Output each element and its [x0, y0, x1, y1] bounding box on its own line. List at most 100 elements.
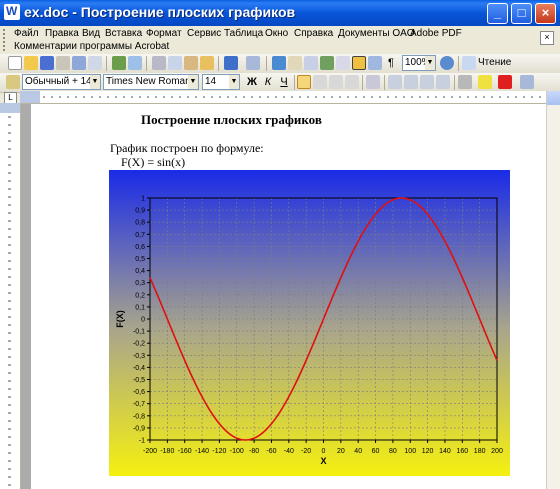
paste-icon[interactable] — [184, 56, 198, 70]
toolbar-separator — [106, 56, 107, 71]
align-right-icon[interactable] — [329, 75, 343, 89]
menu-window[interactable]: Окно — [265, 28, 288, 39]
minimize-button[interactable]: _ — [487, 3, 508, 24]
font-combo[interactable]: Times New Roman ▼ — [103, 74, 199, 90]
vertical-scrollbar[interactable] — [546, 91, 560, 489]
drawing-icon[interactable] — [352, 56, 366, 70]
y-tick-label: 0,5 — [135, 256, 145, 263]
scroll-up-icon[interactable] — [547, 91, 560, 105]
justify-icon[interactable] — [345, 75, 359, 89]
toolbar-separator — [266, 56, 267, 71]
horizontal-ruler[interactable] — [20, 91, 560, 104]
x-tick-label: -160 — [178, 448, 192, 455]
y-tick-label: -1 — [139, 438, 145, 445]
read-button-label[interactable]: Чтение — [478, 57, 511, 68]
show-formatting-icon[interactable]: ¶ — [383, 56, 399, 71]
word-app-icon[interactable] — [4, 4, 20, 20]
x-tick-label: -100 — [230, 448, 244, 455]
styles-pane-icon[interactable] — [6, 75, 20, 89]
menu-adobe-pdf[interactable]: Adobe PDF — [410, 28, 462, 39]
font-size-combo[interactable]: 14 ▼ — [202, 74, 240, 90]
x-tick-label: -80 — [249, 448, 259, 455]
toolbar-options-icon[interactable] — [520, 75, 534, 89]
print-preview-icon[interactable] — [88, 56, 102, 70]
x-tick-label: -200 — [143, 448, 157, 455]
menu-format[interactable]: Формат — [146, 28, 182, 39]
document-page[interactable]: Построение плоских графиков График постр… — [31, 104, 551, 489]
close-doc-icon[interactable]: × — [540, 31, 554, 45]
menu-help[interactable]: Справка — [294, 28, 333, 39]
insert-excel-icon[interactable] — [320, 56, 334, 70]
highlight-icon[interactable] — [478, 75, 492, 89]
zoom-combo[interactable]: 100% ▼ — [402, 55, 436, 71]
x-tick-label: 60 — [372, 448, 380, 455]
copy-icon[interactable] — [168, 56, 182, 70]
numbering-icon[interactable] — [388, 75, 402, 89]
insert-table-icon[interactable] — [304, 56, 318, 70]
open-folder-icon[interactable] — [24, 56, 38, 70]
ruler-ticks — [8, 116, 11, 486]
menu-table[interactable]: Таблица — [224, 28, 263, 39]
close-button[interactable]: × — [535, 3, 556, 24]
help-icon[interactable] — [440, 56, 454, 70]
x-tick-label: 40 — [354, 448, 362, 455]
bullets-icon[interactable] — [404, 75, 418, 89]
window-title: ex.doc - Построение плоских графиков — [24, 4, 296, 20]
y-tick-label: 0 — [141, 317, 145, 324]
document-map-icon[interactable] — [368, 56, 382, 70]
menu-file[interactable]: Файл — [14, 28, 39, 39]
print-icon[interactable] — [72, 56, 86, 70]
redo-icon[interactable] — [246, 56, 260, 70]
permission-icon[interactable] — [56, 56, 70, 70]
align-left-icon[interactable] — [297, 75, 311, 89]
menu-insert[interactable]: Вставка — [105, 28, 142, 39]
tables-borders-icon[interactable] — [288, 56, 302, 70]
align-center-icon[interactable] — [313, 75, 327, 89]
menu-view[interactable]: Вид — [82, 28, 100, 39]
line-spacing-icon[interactable] — [366, 75, 380, 89]
y-tick-label: -0,9 — [133, 425, 145, 432]
cut-icon[interactable] — [152, 56, 166, 70]
chart-object[interactable]: -200 -180 -160 -140 -120 -100 -80 -60 -40 -20 0 20 4… — [109, 170, 510, 476]
y-tick-label: -0,3 — [133, 353, 145, 360]
y-tick-label: 0,6 — [135, 244, 145, 251]
increase-indent-icon[interactable] — [436, 75, 450, 89]
document-caption: График построен по формуле: — [110, 141, 264, 155]
sine-chart: -200 -180 -160 -140 -120 -100 -80 -60 -40 -20 0 20 4… — [109, 170, 510, 476]
y-tick-label: 0,3 — [135, 280, 145, 287]
hyperlink-icon[interactable] — [272, 56, 286, 70]
research-icon[interactable] — [128, 56, 142, 70]
toolbar-separator — [454, 75, 455, 90]
maximize-button[interactable]: □ — [511, 3, 532, 24]
chevron-down-icon: ▼ — [425, 56, 435, 70]
menu-edit[interactable]: Правка — [45, 28, 79, 39]
y-tick-label: 0,4 — [135, 268, 145, 275]
read-icon[interactable] — [462, 56, 476, 70]
format-painter-icon[interactable] — [200, 56, 214, 70]
bold-button[interactable]: Ж — [244, 75, 260, 90]
spelling-icon[interactable] — [112, 56, 126, 70]
underline-button[interactable]: Ч — [276, 75, 292, 90]
italic-button[interactable]: К — [260, 75, 276, 90]
x-tick-label: 80 — [389, 448, 397, 455]
font-color-icon[interactable] — [498, 75, 512, 89]
style-combo[interactable]: Обычный + 14 m ▼ — [22, 74, 101, 90]
undo-icon[interactable] — [224, 56, 238, 70]
save-icon[interactable] — [40, 56, 54, 70]
columns-icon[interactable] — [336, 56, 350, 70]
x-tick-label: 100 — [404, 448, 416, 455]
x-tick-label: -140 — [195, 448, 209, 455]
menu-grip[interactable] — [3, 29, 8, 51]
new-document-icon[interactable] — [8, 56, 22, 70]
borders-icon[interactable] — [458, 75, 472, 89]
decrease-indent-icon[interactable] — [420, 75, 434, 89]
menu-documents-oao[interactable]: Документы OAO — [338, 28, 415, 39]
x-tick-label: 140 — [439, 448, 451, 455]
vertical-ruler[interactable] — [0, 103, 21, 489]
menu-acrobat-comments[interactable]: Комментарии программы Acrobat — [14, 41, 169, 52]
x-tick-label: 160 — [456, 448, 468, 455]
y-tick-label: 0,8 — [135, 220, 145, 227]
title-bar: ex.doc - Построение плоских графиков _ □… — [0, 0, 560, 26]
menu-tools[interactable]: Сервис — [187, 28, 221, 39]
x-tick-label: -180 — [160, 448, 174, 455]
